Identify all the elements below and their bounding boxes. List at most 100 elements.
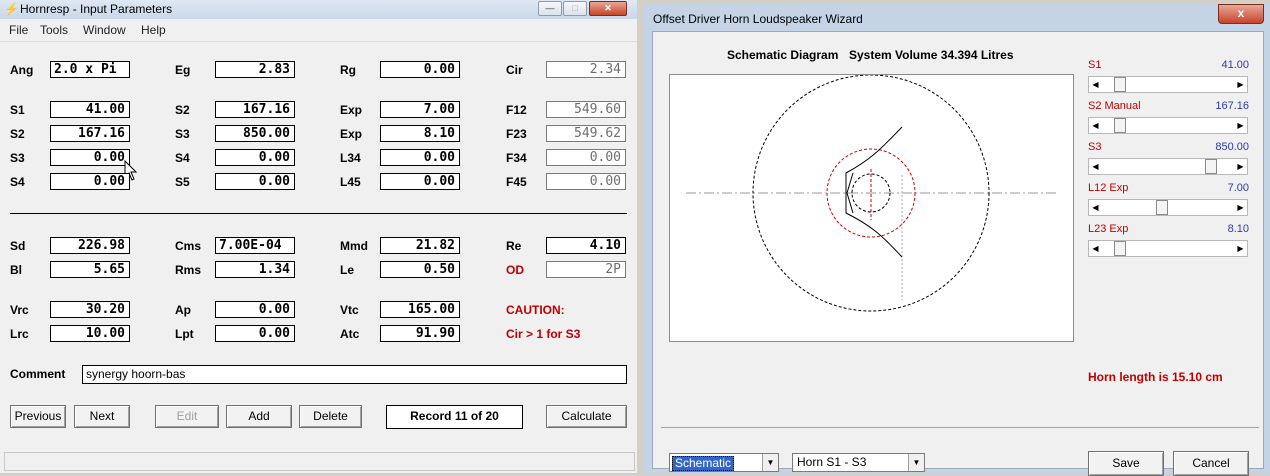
field-atc[interactable]: 91.90 <box>380 325 460 342</box>
slider-right-arrow-icon[interactable]: ▶ <box>1234 200 1247 215</box>
previous-button[interactable]: Previous <box>10 405 66 428</box>
hornresp-app-icon: ⚡ <box>4 2 19 16</box>
label-lrc: Lrc <box>10 327 29 341</box>
field-s4[interactable]: 0.00 <box>50 173 130 190</box>
schematic-diagram <box>669 74 1074 342</box>
wizard-close-button[interactable]: x <box>1218 4 1264 24</box>
slider-thumb[interactable] <box>1114 77 1126 92</box>
field-s4-col2[interactable]: 0.00 <box>215 149 295 166</box>
slider-thumb[interactable] <box>1114 118 1126 133</box>
label-le: Le <box>340 263 355 277</box>
field-mmd[interactable]: 21.82 <box>380 237 460 254</box>
slider-s1[interactable]: ◀ ▶ <box>1088 76 1248 93</box>
field-le[interactable]: 0.50 <box>380 261 460 278</box>
cancel-button[interactable]: Cancel <box>1173 451 1249 476</box>
field-ap[interactable]: 0.00 <box>215 301 295 318</box>
calculate-button[interactable]: Calculate <box>546 405 627 428</box>
close-button[interactable]: ✕ <box>589 1 627 16</box>
slider-left-arrow-icon[interactable]: ◀ <box>1089 241 1102 256</box>
menu-window[interactable]: Window <box>83 23 126 37</box>
input-parameters-window: ⚡ Hornresp - Input Parameters — □ ✕ File… <box>0 0 637 473</box>
slider-right-arrow-icon[interactable]: ▶ <box>1234 241 1247 256</box>
field-vrc[interactable]: 30.20 <box>50 301 130 318</box>
field-eg[interactable]: 2.83 <box>215 61 295 78</box>
view-combo-value: Schematic <box>672 456 735 471</box>
slider-left-arrow-icon[interactable]: ◀ <box>1089 159 1102 174</box>
label-re: Re <box>506 239 522 253</box>
horn-combo[interactable]: Horn S1 - S3 ▼ <box>792 453 925 472</box>
view-combo[interactable]: Schematic ▼ <box>669 453 779 472</box>
label-s4-col2: S4 <box>175 151 190 165</box>
left-title-bar[interactable]: ⚡ Hornresp - Input Parameters — □ ✕ <box>0 0 637 20</box>
maximize-button[interactable]: □ <box>563 1 587 16</box>
slider-thumb[interactable] <box>1156 200 1168 215</box>
slider-s3-label: S3 <box>1088 141 1102 153</box>
field-l34[interactable]: 0.00 <box>380 149 460 166</box>
right-window-title: Offset Driver Horn Loudspeaker Wizard <box>653 12 863 26</box>
slider-s3[interactable]: ◀ ▶ <box>1088 158 1248 175</box>
label-ang: Ang <box>10 63 34 77</box>
chevron-down-icon[interactable]: ▼ <box>908 454 924 471</box>
field-od: 2P <box>546 261 626 278</box>
add-button[interactable]: Add <box>226 405 292 428</box>
menu-tools[interactable]: Tools <box>40 23 68 37</box>
field-exp2[interactable]: 8.10 <box>380 125 460 142</box>
slider-s3-value: 850.00 <box>1215 141 1249 153</box>
slider-left-arrow-icon[interactable]: ◀ <box>1089 118 1102 133</box>
field-s1[interactable]: 41.00 <box>50 101 130 118</box>
next-button[interactable]: Next <box>74 405 130 428</box>
field-re[interactable]: 4.10 <box>546 237 626 254</box>
field-sd[interactable]: 226.98 <box>50 237 130 254</box>
field-f23: 549.62 <box>546 125 626 142</box>
field-vtc[interactable]: 165.00 <box>380 301 460 318</box>
field-f45: 0.00 <box>546 173 626 190</box>
label-s2: S2 <box>10 127 25 141</box>
label-sd: Sd <box>10 239 26 253</box>
field-l45[interactable]: 0.00 <box>380 173 460 190</box>
slider-l23-label: L23 Exp <box>1088 223 1129 235</box>
slider-s2[interactable]: ◀ ▶ <box>1088 117 1248 134</box>
horn-wizard-window: Offset Driver Horn Loudspeaker Wizard x … <box>644 4 1270 476</box>
field-bl[interactable]: 5.65 <box>50 261 130 278</box>
field-s2-col2[interactable]: 167.16 <box>215 101 295 118</box>
field-s2[interactable]: 167.16 <box>50 125 130 142</box>
slider-right-arrow-icon[interactable]: ▶ <box>1234 159 1247 174</box>
slider-left-arrow-icon[interactable]: ◀ <box>1089 77 1102 92</box>
field-s5[interactable]: 0.00 <box>215 173 295 190</box>
slider-l23[interactable]: ◀ ▶ <box>1088 240 1248 257</box>
label-f23: F23 <box>506 127 527 141</box>
slider-left-arrow-icon[interactable]: ◀ <box>1089 200 1102 215</box>
field-lrc[interactable]: 10.00 <box>50 325 130 342</box>
slider-thumb[interactable] <box>1114 241 1126 256</box>
slider-s2-label: S2 Manual <box>1088 100 1141 112</box>
field-lpt[interactable]: 0.00 <box>215 325 295 342</box>
label-s5: S5 <box>175 175 190 189</box>
comment-input[interactable]: synergy hoorn-bas <box>82 365 627 384</box>
field-cms[interactable]: 7.00E-04 <box>215 237 295 254</box>
chevron-down-icon[interactable]: ▼ <box>762 454 778 471</box>
delete-button[interactable]: Delete <box>299 405 362 428</box>
label-rg: Rg <box>340 63 356 77</box>
label-f34: F34 <box>506 151 527 165</box>
label-mmd: Mmd <box>340 239 368 253</box>
slider-s2-value: 167.16 <box>1215 100 1249 112</box>
slider-thumb[interactable] <box>1205 159 1218 174</box>
field-rms[interactable]: 1.34 <box>215 261 295 278</box>
label-cir: Cir <box>506 63 523 77</box>
slider-right-arrow-icon[interactable]: ▶ <box>1234 77 1247 92</box>
field-s3-col2[interactable]: 850.00 <box>215 125 295 142</box>
slider-l12[interactable]: ◀ ▶ <box>1088 199 1248 216</box>
slider-right-arrow-icon[interactable]: ▶ <box>1234 118 1247 133</box>
edit-button[interactable]: Edit <box>155 405 219 428</box>
menu-help[interactable]: Help <box>141 23 166 37</box>
label-s2-col2: S2 <box>175 103 190 117</box>
field-s3[interactable]: 0.00 <box>50 149 130 166</box>
save-button[interactable]: Save <box>1088 451 1164 476</box>
menu-file[interactable]: File <box>9 23 28 37</box>
schematic-title: Schematic Diagram <box>727 48 839 62</box>
field-rg[interactable]: 0.00 <box>380 61 460 78</box>
field-ang[interactable]: 2.0 x Pi <box>50 61 130 78</box>
field-exp1[interactable]: 7.00 <box>380 101 460 118</box>
label-cms: Cms <box>175 239 202 253</box>
minimize-button[interactable]: — <box>538 1 562 16</box>
